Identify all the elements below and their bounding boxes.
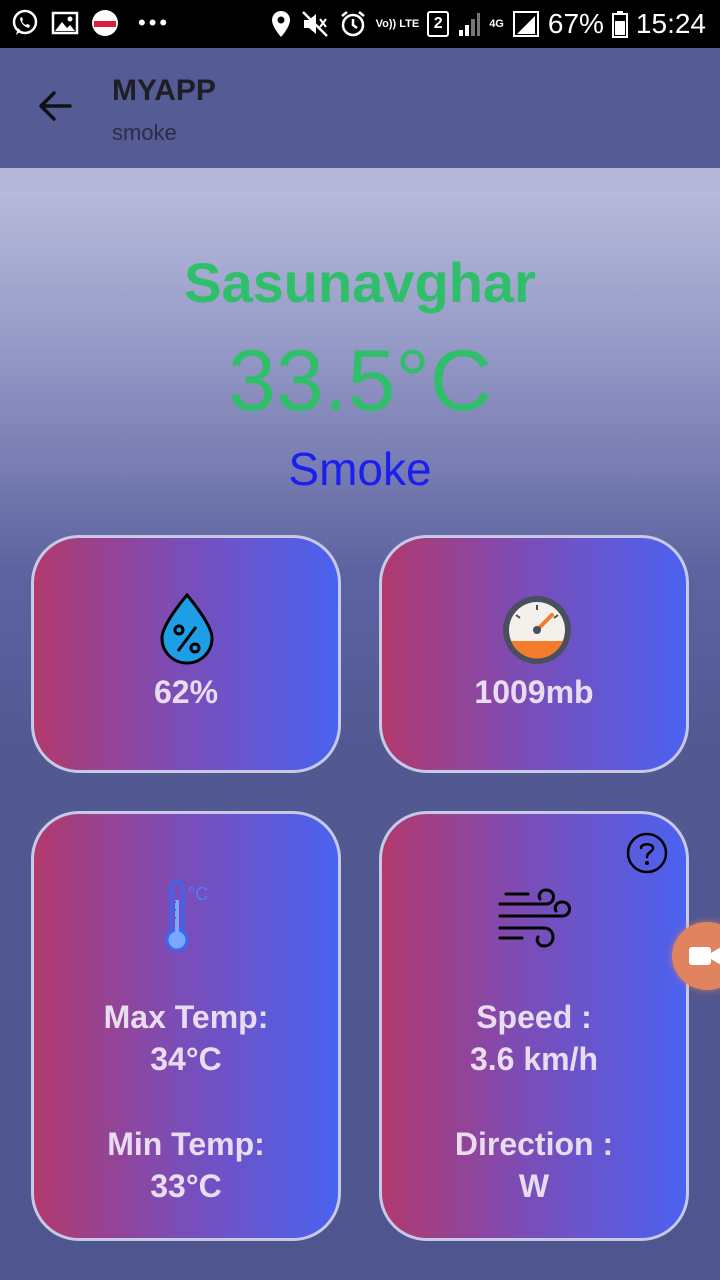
speed-label: Speed : [476, 999, 592, 1035]
min-temp-label: Min Temp: [107, 1126, 265, 1162]
more-dots-icon: ••• [138, 10, 171, 35]
location-icon [271, 11, 290, 37]
wind-speed-block: Speed : 3.6 km/h [382, 996, 686, 1080]
speed-value: 3.6 km/h [469, 1041, 599, 1077]
direction-label: Direction : [454, 1126, 614, 1162]
battery-icon [611, 11, 628, 38]
divider-strip [0, 168, 720, 192]
weather-screen: Sasunavghar 33.5°C Smoke 62% 1009mb °C M… [0, 192, 720, 1280]
battery-percent: 67% [547, 8, 604, 39]
app-subtitle: smoke [112, 120, 177, 145]
app-bar: MYAPP smoke [0, 48, 720, 168]
weather-condition: Smoke [288, 443, 432, 495]
humidity-value: 62% [153, 674, 219, 710]
network-type: 4G [489, 18, 504, 30]
temperature-range-card: °C Max Temp: 34°C Min Temp: 33°C [31, 811, 341, 1241]
min-temp-value: 33°C [150, 1168, 222, 1204]
wind-direction-block: Direction : W [382, 1123, 686, 1207]
whatsapp-icon [12, 9, 38, 35]
wind-icon [498, 888, 571, 948]
mute-icon [301, 11, 328, 37]
max-temp-block: Max Temp: 34°C [34, 996, 338, 1080]
gallery-icon [51, 11, 79, 35]
direction-value: W [518, 1168, 550, 1204]
app-badge-icon [92, 10, 118, 36]
svg-text:°C: °C [188, 884, 208, 904]
min-temp-block: Min Temp: 33°C [34, 1123, 338, 1207]
pressure-value: 1009mb [474, 674, 594, 710]
video-camera-icon [689, 947, 720, 965]
volte-label: Vo)) LTE [375, 18, 420, 30]
humidity-card: 62% [31, 535, 341, 773]
signal-icon [459, 13, 481, 36]
status-bar: ••• Vo)) LTE 2 4G 67% 15:24 [0, 0, 720, 48]
wind-card: Speed : 3.6 km/h Direction : W [379, 811, 689, 1241]
humidity-drop-icon [160, 592, 214, 665]
sim-badge: 2 [427, 11, 450, 37]
max-temp-label: Max Temp: [103, 999, 269, 1035]
gauge-icon [503, 596, 571, 664]
help-icon[interactable] [626, 832, 668, 874]
thermometer-icon: °C [165, 880, 208, 952]
max-temp-value: 34°C [150, 1041, 222, 1077]
pressure-card: 1009mb [379, 535, 689, 773]
alarm-icon [340, 11, 365, 37]
current-temperature: 33.5°C [228, 333, 492, 429]
app-title: MYAPP [112, 74, 216, 107]
arrow-back-icon[interactable] [34, 84, 78, 128]
city-name: Sasunavghar [184, 251, 536, 314]
clock: 15:24 [635, 8, 706, 39]
signal-strength-icon [512, 11, 539, 37]
